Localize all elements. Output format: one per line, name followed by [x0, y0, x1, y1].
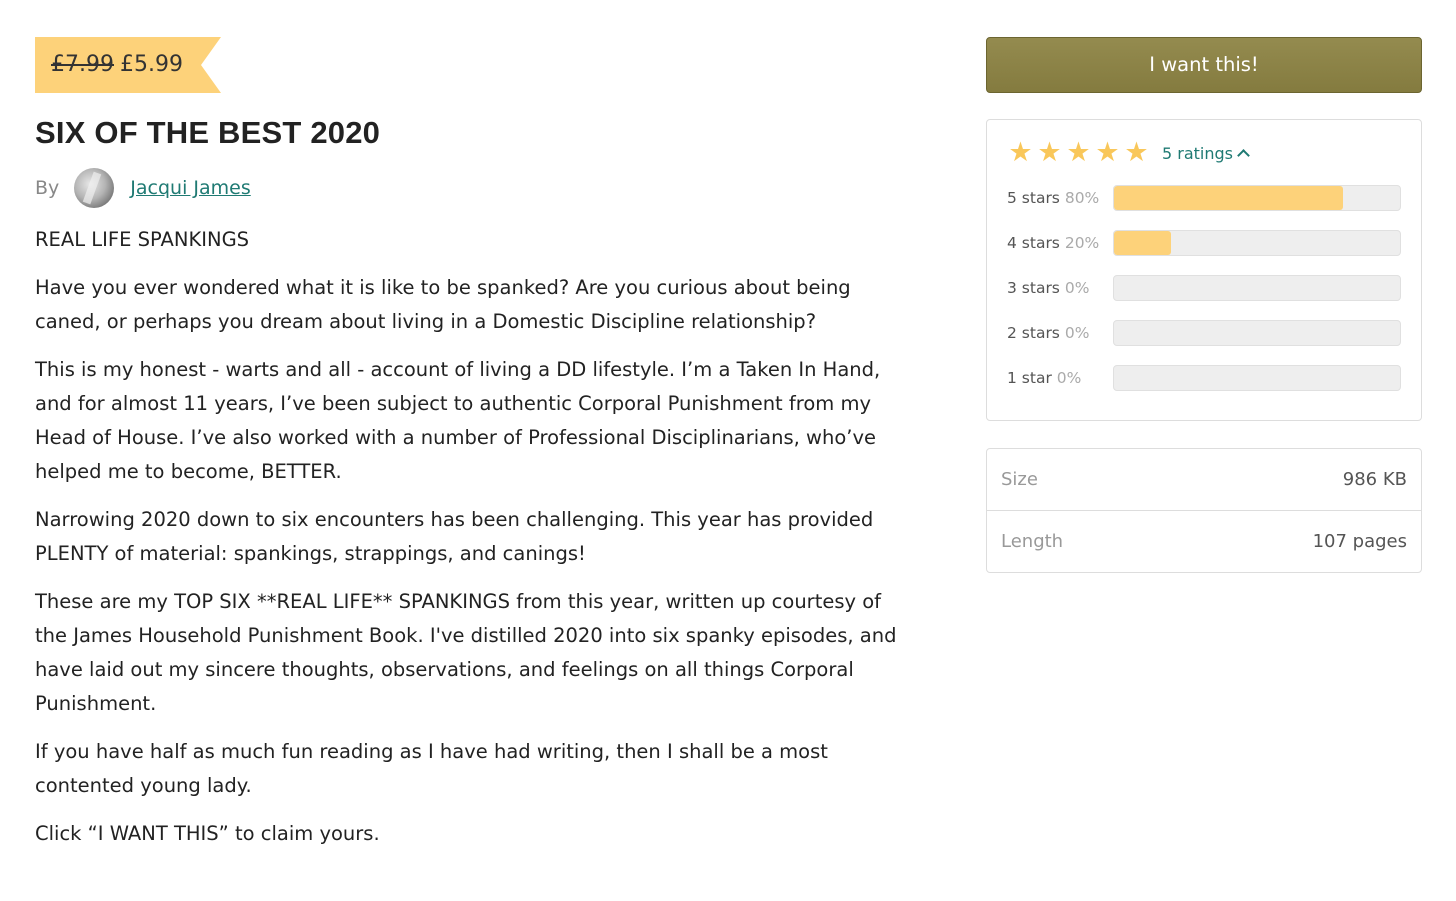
product-sidebar: I want this! ★ ★ ★ ★ ★ 5 ratings 5 stars…: [986, 37, 1422, 573]
rating-summary: ★ ★ ★ ★ ★ 5 ratings: [1007, 137, 1401, 168]
detail-value: 107 pages: [1312, 531, 1407, 552]
ratings-toggle[interactable]: 5 ratings: [1162, 143, 1250, 163]
rating-bar: [1113, 229, 1401, 256]
rating-bar: [1113, 184, 1401, 211]
rating-percent: 0%: [1064, 323, 1090, 342]
rating-bar: [1113, 364, 1401, 391]
detail-key: Size: [1001, 469, 1038, 490]
ratings-count: 5 ratings: [1162, 143, 1233, 163]
rating-bar: [1113, 319, 1401, 346]
rating-row-label: 4 stars 20%: [1007, 234, 1113, 252]
detail-value: 986 KB: [1342, 469, 1407, 490]
rating-stars-label: 2 stars: [1007, 323, 1060, 342]
rating-row: 3 stars 0%: [1007, 265, 1401, 310]
detail-row-size: Size 986 KB: [987, 449, 1421, 510]
rating-row: 5 stars 80%: [1007, 175, 1401, 220]
rating-stars-label: 3 stars: [1007, 278, 1060, 297]
rating-percent: 0%: [1056, 368, 1082, 387]
description-paragraph: This is my honest - warts and all - acco…: [35, 358, 881, 483]
rating-row: 2 stars 0%: [1007, 310, 1401, 355]
detail-row-length: Length 107 pages: [987, 510, 1421, 572]
rating-percent: 20%: [1064, 233, 1100, 252]
author-avatar[interactable]: [74, 168, 115, 208]
by-label: By: [35, 177, 60, 199]
description-paragraph: If you have half as much fun reading as …: [35, 740, 828, 797]
rating-row: 1 star 0%: [1007, 355, 1401, 400]
chevron-up-icon: [1237, 148, 1250, 162]
description-paragraph: These are my TOP SIX **REAL LIFE** SPANK…: [35, 590, 897, 715]
rating-stars-label: 4 stars: [1007, 233, 1060, 252]
star-icon: ★: [1037, 137, 1062, 168]
rating-row-label: 3 stars 0%: [1007, 279, 1113, 297]
rating-row-label: 1 star 0%: [1007, 369, 1113, 387]
rating-row: 4 stars 20%: [1007, 220, 1401, 265]
description-paragraph: REAL LIFE SPANKINGS: [35, 228, 250, 251]
description-paragraph: Have you ever wondered what it is like t…: [35, 276, 851, 333]
rating-percent: 0%: [1064, 278, 1090, 297]
ratings-panel: ★ ★ ★ ★ ★ 5 ratings 5 stars 80% 4 stars …: [986, 119, 1422, 421]
detail-key: Length: [1001, 531, 1064, 552]
original-price: £7.99: [51, 52, 114, 77]
rating-bar: [1113, 274, 1401, 301]
rating-row-label: 5 stars 80%: [1007, 189, 1113, 207]
rating-stars-label: 5 stars: [1007, 188, 1060, 207]
rating-distribution: 5 stars 80% 4 stars 20% 3 stars 0% 2 sta…: [1007, 175, 1401, 400]
price-tag: £7.99 £5.99: [35, 37, 221, 93]
rating-percent: 80%: [1064, 188, 1100, 207]
description-paragraph: Click “I WANT THIS” to claim yours.: [35, 822, 380, 845]
description-paragraph: Narrowing 2020 down to six encounters ha…: [35, 508, 874, 565]
rating-stars-label: 1 star: [1007, 368, 1052, 387]
rating-bar-fill: [1114, 230, 1172, 255]
sale-price: £5.99: [119, 52, 183, 77]
product-description: REAL LIFE SPANKINGS Have you ever wonder…: [35, 223, 905, 851]
product-title: SIX OF THE BEST 2020: [35, 115, 381, 150]
author-link[interactable]: Jacqui James: [130, 177, 250, 199]
star-icon: ★: [1008, 137, 1033, 168]
byline: By Jacqui James: [35, 167, 905, 209]
star-icon: ★: [1066, 137, 1091, 168]
star-icon: ★: [1095, 137, 1120, 168]
product-details: Size 986 KB Length 107 pages: [986, 448, 1422, 573]
rating-row-label: 2 stars 0%: [1007, 324, 1113, 342]
i-want-this-button[interactable]: I want this!: [986, 37, 1422, 93]
star-icon: ★: [1124, 137, 1149, 168]
product-main: £7.99 £5.99 SIX OF THE BEST 2020 By Jacqu…: [35, 37, 905, 865]
rating-bar-fill: [1114, 185, 1343, 210]
